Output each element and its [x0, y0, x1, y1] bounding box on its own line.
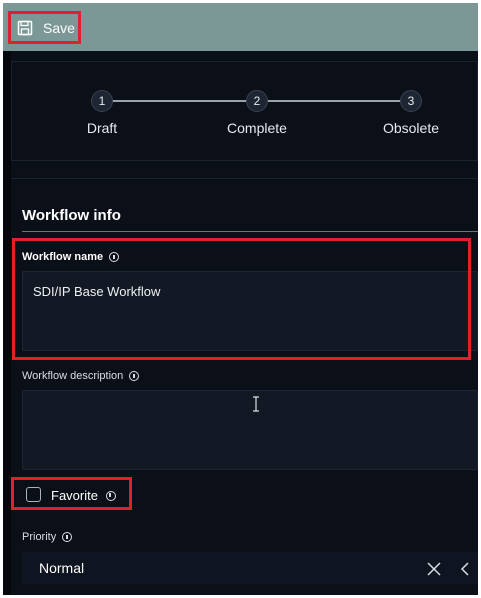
info-icon[interactable]: [129, 371, 140, 381]
step-obsolete[interactable]: 3 Obsolete: [371, 90, 451, 136]
chevron-left-icon[interactable]: [460, 562, 470, 576]
priority-value: Normal: [39, 560, 85, 576]
status-stepper: 1 Draft 2 Complete 3 Obsolete: [11, 61, 478, 161]
step-complete[interactable]: 2 Complete: [217, 90, 297, 136]
workflow-name-value: SDI/IP Base Workflow: [33, 284, 161, 299]
floppy-disk-icon: [17, 20, 33, 36]
step-number: 3: [400, 90, 422, 112]
favorite-label-text: Favorite: [51, 488, 98, 503]
info-icon[interactable]: [109, 252, 120, 262]
priority-label-text: Priority: [22, 531, 57, 543]
favorite-checkbox[interactable]: [26, 487, 41, 502]
toolbar: Save: [3, 3, 478, 51]
section-divider: [22, 231, 478, 232]
info-icon[interactable]: [62, 532, 73, 542]
step-number: 1: [91, 90, 113, 112]
step-draft[interactable]: 1 Draft: [62, 90, 142, 136]
step-label: Complete: [227, 120, 287, 136]
step-number: 2: [246, 90, 268, 112]
favorite-label: Favorite: [51, 488, 116, 503]
workflow-description-label: Workflow description: [22, 370, 140, 382]
step-label: Draft: [86, 120, 118, 136]
app-frame: Save 1 Draft 2 Complete 3 Obsolete Workf…: [3, 3, 478, 595]
clear-icon[interactable]: [427, 562, 441, 576]
workflow-name-label-text: Workflow name: [22, 251, 104, 263]
priority-select[interactable]: Normal: [22, 552, 478, 584]
step-label: Obsolete: [382, 120, 440, 136]
page-gutter: [3, 51, 11, 595]
workflow-description-label-text: Workflow description: [22, 370, 124, 382]
workflow-description-field[interactable]: [22, 390, 478, 470]
text-cursor-icon: [253, 396, 259, 412]
workflow-name-label: Workflow name: [22, 251, 120, 263]
save-button-label: Save: [43, 20, 75, 36]
workflow-info-panel: Workflow info Workflow name SDI/IP Base …: [11, 178, 478, 595]
priority-label: Priority: [22, 531, 73, 543]
save-button[interactable]: Save: [9, 11, 81, 45]
section-title: Workflow info: [22, 207, 121, 224]
workflow-name-field[interactable]: SDI/IP Base Workflow: [22, 271, 478, 351]
info-icon[interactable]: [105, 490, 116, 501]
